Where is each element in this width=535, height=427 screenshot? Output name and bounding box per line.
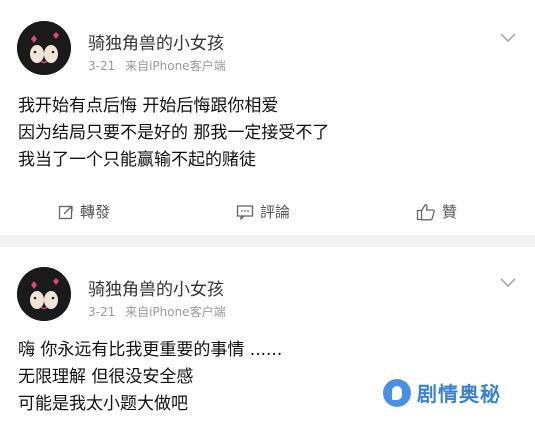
user-avatar[interactable] <box>17 267 71 321</box>
weibo-post-1: 骑独角兽的小女孩 3-21 来自iPhone客户端 我开始有点后悔 开始后悔跟你… <box>0 0 535 235</box>
post-date: 3-21 <box>88 59 116 73</box>
chevron-down-icon[interactable] <box>499 277 517 289</box>
comment-icon <box>236 204 254 220</box>
post-line: 我当了一个只能赢输不起的赌徒 <box>18 150 256 170</box>
post-line: 因为结局只要不是好的 那我一定接受不了 <box>18 123 330 143</box>
repost-button[interactable]: 轉發 <box>58 201 110 222</box>
thumbs-up-icon <box>416 203 435 220</box>
watermark-logo-icon <box>383 378 411 407</box>
watermark-text: 剧情奥秘 <box>417 382 501 406</box>
post-source: 来自iPhone客户端 <box>125 59 226 73</box>
comment-label: 評論 <box>260 203 291 221</box>
like-label: 贊 <box>442 203 458 221</box>
user-avatar[interactable] <box>17 21 71 75</box>
chevron-down-icon[interactable] <box>499 32 517 44</box>
username[interactable]: 骑独角兽的小女孩 <box>88 29 224 54</box>
post-line: 我开始有点后悔 开始后悔跟你相爱 <box>18 96 279 116</box>
repost-label: 轉發 <box>80 203 111 221</box>
action-bar: 轉發 評論 贊 <box>0 193 535 231</box>
post-text: 嗨 你永远有比我更重要的事情 ...... 无限理解 但很没安全感 可能是我太小… <box>18 337 282 418</box>
post-line: 嗨 你永远有比我更重要的事情 ...... <box>18 340 283 360</box>
like-button[interactable]: 贊 <box>416 201 457 222</box>
post-meta: 3-21 来自iPhone客户端 <box>88 57 226 74</box>
post-line: 无限理解 但很没安全感 <box>18 367 194 387</box>
post-date: 3-21 <box>88 305 116 319</box>
post-source: 来自iPhone客户端 <box>125 305 226 319</box>
username[interactable]: 骑独角兽的小女孩 <box>88 275 224 300</box>
post-line: 可能是我太小题大做吧 <box>18 394 188 414</box>
repost-icon <box>58 205 73 219</box>
comment-button[interactable]: 評論 <box>236 201 290 222</box>
post-meta: 3-21 来自iPhone客户端 <box>88 303 226 320</box>
post-text: 我开始有点后悔 开始后悔跟你相爱 因为结局只要不是好的 那我一定接受不了 我当了… <box>18 93 329 174</box>
watermark: 剧情奥秘 <box>383 378 501 407</box>
